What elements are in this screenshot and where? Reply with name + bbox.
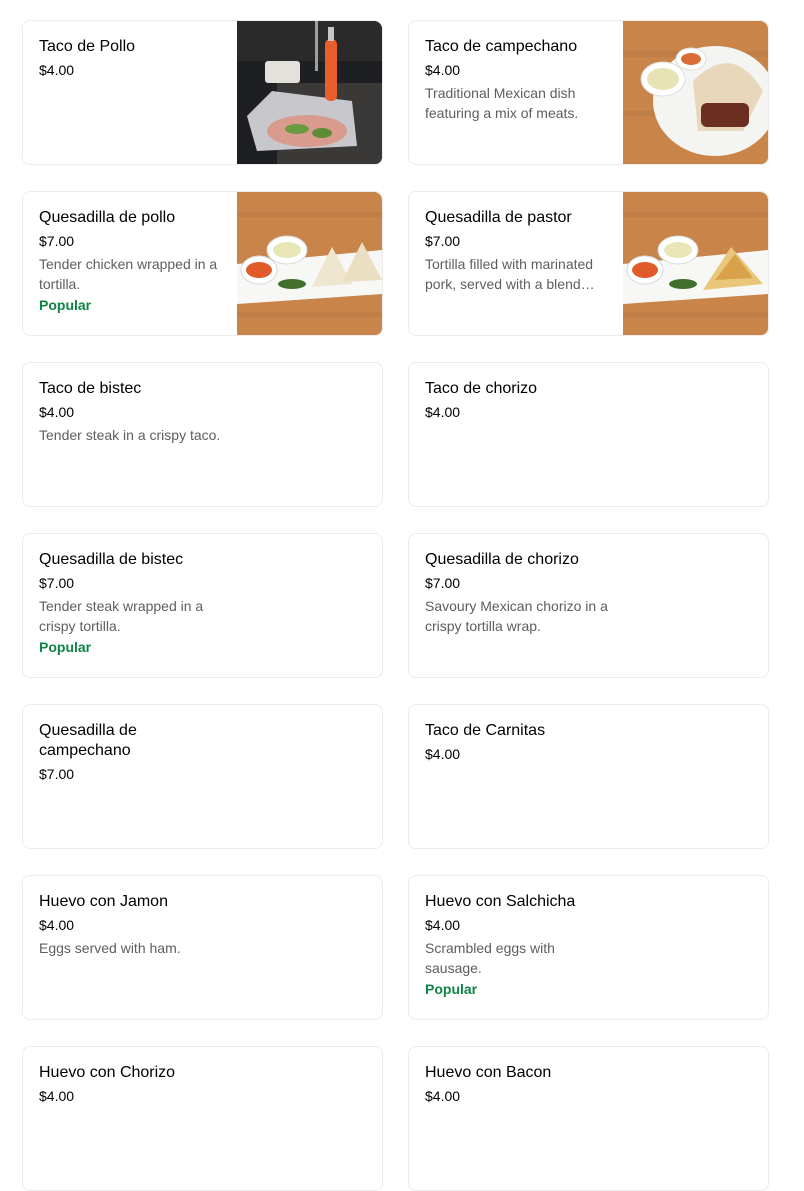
menu-item-text: Quesadilla de pastor $7.00 Tortilla fill… [425, 208, 610, 294]
item-name: Quesadilla de pollo [39, 209, 176, 226]
menu-item-card[interactable]: Huevo con Bacon $4.00 [408, 1046, 769, 1191]
item-price: $4.00 [425, 746, 461, 762]
item-name: Quesadilla de chorizo [425, 551, 579, 568]
item-price: $4.00 [39, 404, 75, 420]
menu-item-text: Huevo con Salchicha $4.00 Scrambled eggs… [425, 892, 610, 998]
item-price: $7.00 [39, 233, 75, 249]
item-price: $4.00 [425, 62, 461, 78]
item-name: Huevo con Jamon [39, 893, 168, 910]
item-price: $4.00 [425, 404, 461, 420]
item-price: $7.00 [39, 766, 75, 782]
item-price: $4.00 [39, 62, 75, 78]
item-name: Taco de bistec [39, 380, 142, 397]
menu-item-text: Quesadilla de pollo $7.00 Tender chicken… [39, 208, 224, 314]
popular-badge: Popular [39, 297, 92, 313]
item-price: $7.00 [425, 575, 461, 591]
menu-item-card[interactable]: Taco de bistec $4.00 Tender steak in a c… [22, 362, 383, 507]
item-description: Eggs served with ham. [39, 940, 181, 956]
menu-item-text: Taco de bistec $4.00 Tender steak in a c… [39, 379, 224, 445]
menu-item-card[interactable]: Quesadilla de campechano $7.00 [22, 704, 383, 849]
menu-item-card[interactable]: Taco de chorizo $4.00 [408, 362, 769, 507]
item-price: $7.00 [425, 233, 461, 249]
item-description: Tortilla filled with marinated pork, ser… [425, 256, 594, 292]
menu-item-card[interactable]: Taco de Pollo $4.00 [22, 20, 383, 165]
item-price: $7.00 [39, 575, 75, 591]
taco-plate-photo [623, 21, 768, 164]
menu-item-text: Taco de chorizo $4.00 [425, 379, 610, 421]
item-price: $4.00 [425, 1088, 461, 1104]
taco-in-foil-photo [237, 21, 382, 164]
popular-badge: Popular [39, 639, 92, 655]
menu-item-text: Huevo con Chorizo $4.00 [39, 1063, 224, 1105]
menu-item-card[interactable]: Quesadilla de pollo $7.00 Tender chicken… [22, 191, 383, 336]
menu-item-card[interactable]: Huevo con Salchicha $4.00 Scrambled eggs… [408, 875, 769, 1020]
item-name: Taco de chorizo [425, 380, 538, 397]
menu-item-card[interactable]: Taco de campechano $4.00 Traditional Mex… [408, 20, 769, 165]
item-price: $4.00 [39, 917, 75, 933]
quesadilla-plate-photo [237, 192, 382, 335]
menu-item-text: Quesadilla de campechano $7.00 [39, 721, 224, 783]
menu-item-text: Taco de campechano $4.00 Traditional Mex… [425, 37, 610, 123]
item-name: Huevo con Chorizo [39, 1064, 176, 1081]
item-price: $4.00 [425, 917, 461, 933]
menu-item-text: Quesadilla de chorizo $7.00 Savoury Mexi… [425, 550, 610, 636]
menu-item-card[interactable]: Quesadilla de bistec $7.00 Tender steak … [22, 533, 383, 678]
item-price: $4.00 [39, 1088, 75, 1104]
item-name: Taco de Carnitas [425, 722, 546, 739]
menu-item-card[interactable]: Taco de Carnitas $4.00 [408, 704, 769, 849]
menu-item-card[interactable]: Huevo con Chorizo $4.00 [22, 1046, 383, 1191]
menu-item-text: Huevo con Jamon $4.00 Eggs served with h… [39, 892, 224, 958]
menu-item-text: Huevo con Bacon $4.00 [425, 1063, 610, 1105]
menu-item-card[interactable]: Quesadilla de chorizo $7.00 Savoury Mexi… [408, 533, 769, 678]
menu-item-card[interactable]: Quesadilla de pastor $7.00 Tortilla fill… [408, 191, 769, 336]
item-name: Quesadilla de pastor [425, 209, 572, 226]
item-description: Savoury Mexican chorizo in a crispy tort… [425, 598, 608, 634]
menu-item-text: Taco de Carnitas $4.00 [425, 721, 610, 763]
item-name: Taco de Pollo [39, 38, 136, 55]
quesadilla-plate-photo [623, 192, 768, 335]
menu-item-text: Taco de Pollo $4.00 [39, 37, 224, 79]
item-name: Quesadilla de campechano [39, 722, 137, 759]
item-name: Taco de campechano [425, 38, 578, 55]
item-name: Quesadilla de bistec [39, 551, 184, 568]
item-name: Huevo con Salchicha [425, 893, 576, 910]
item-name: Huevo con Bacon [425, 1064, 552, 1081]
item-description: Traditional Mexican dish featuring a mix… [425, 85, 579, 121]
item-description: Tender steak wrapped in a crispy tortill… [39, 598, 204, 634]
menu-item-card[interactable]: Huevo con Jamon $4.00 Eggs served with h… [22, 875, 383, 1020]
item-description: Tender chicken wrapped in a tortilla. [39, 256, 218, 292]
menu-item-text: Quesadilla de bistec $7.00 Tender steak … [39, 550, 224, 656]
item-description: Scrambled eggs with sausage. [425, 940, 555, 976]
popular-badge: Popular [425, 981, 478, 997]
item-description: Tender steak in a crispy taco. [39, 427, 221, 443]
